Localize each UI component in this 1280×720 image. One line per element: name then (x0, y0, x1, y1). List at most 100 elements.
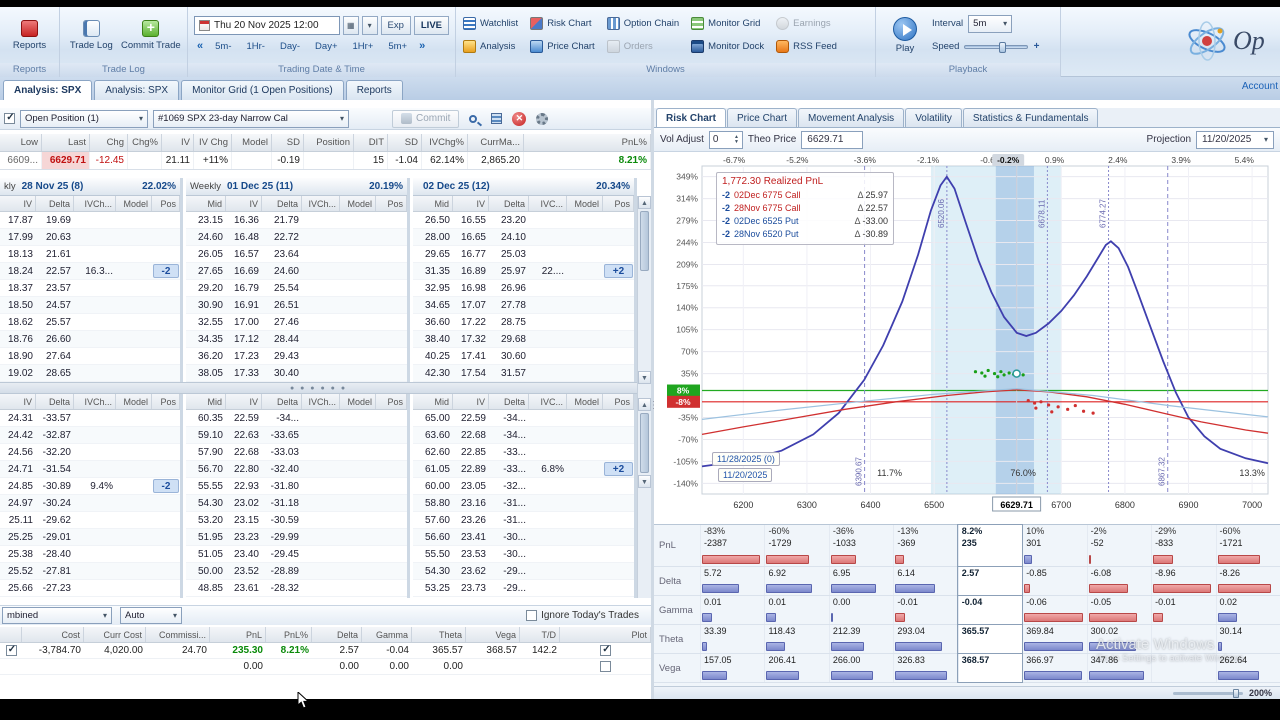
chain-splitter[interactable]: ● ● ● ● ● ● (0, 382, 637, 394)
cell[interactable]: 23.02 (226, 495, 262, 511)
cell[interactable]: 17.23 (226, 348, 262, 364)
cell[interactable] (567, 563, 603, 579)
cell[interactable] (146, 659, 210, 674)
cell[interactable] (152, 331, 180, 347)
cell[interactable]: 26.96 (489, 280, 529, 296)
cell[interactable] (560, 643, 651, 658)
cell[interactable]: 16.79 (226, 280, 262, 296)
cell[interactable]: 54.30 (413, 563, 453, 579)
cell[interactable] (340, 212, 376, 228)
cell[interactable] (603, 512, 634, 528)
cell[interactable] (376, 348, 407, 364)
cell[interactable] (567, 410, 603, 426)
cell[interactable]: -33.65 (262, 427, 302, 443)
cell[interactable]: 30.60 (489, 348, 529, 364)
cell[interactable] (466, 659, 520, 674)
cell[interactable]: 55.50 (413, 546, 453, 562)
cell[interactable]: 42.30 (413, 365, 453, 381)
cell[interactable]: 28.00 (413, 229, 453, 245)
cell[interactable] (567, 529, 603, 545)
table-row[interactable]: 54.30 23.62 -29... (413, 563, 634, 580)
cell[interactable] (529, 495, 567, 511)
close-position-button[interactable]: ✕ (510, 110, 528, 128)
cell[interactable]: 19.69 (36, 212, 74, 228)
cell[interactable]: -29.62 (36, 512, 74, 528)
cell[interactable]: 24.10 (489, 229, 529, 245)
tab-reports[interactable]: Reports (345, 80, 403, 100)
cell[interactable] (302, 495, 340, 511)
cell[interactable]: 27.78 (489, 297, 529, 313)
step-far-fwd-button[interactable]: » (416, 40, 428, 52)
live-button[interactable]: LIVE (413, 15, 449, 35)
cell[interactable] (376, 212, 407, 228)
cell[interactable] (340, 512, 376, 528)
cell[interactable]: -33.03 (262, 444, 302, 460)
cell[interactable]: 17.07 (453, 297, 489, 313)
cell[interactable]: 28.65 (36, 365, 74, 381)
cell[interactable] (116, 461, 152, 477)
cell[interactable] (302, 478, 340, 494)
checkbox[interactable] (600, 644, 612, 656)
cell[interactable] (520, 659, 560, 674)
cell[interactable] (529, 314, 567, 330)
table-row[interactable]: 34.65 17.07 27.78 (413, 297, 634, 314)
open-position-dropdown[interactable]: Open Position (1) (20, 109, 148, 128)
table-row[interactable]: 55.55 22.93 -31.80 (186, 478, 407, 495)
cell[interactable] (302, 444, 340, 460)
cell[interactable] (567, 478, 603, 494)
cell[interactable] (74, 495, 116, 511)
cell[interactable]: 22.85 (453, 444, 489, 460)
step-far-back-button[interactable]: « (194, 40, 206, 52)
cell[interactable]: 8.21% (266, 643, 312, 658)
table-row[interactable]: 29.65 16.77 25.03 (413, 246, 634, 263)
cell[interactable]: 16.65 (453, 229, 489, 245)
cell[interactable]: 23.05 (453, 478, 489, 494)
cell[interactable]: 25.97 (489, 263, 529, 279)
cell[interactable]: 16.89 (453, 263, 489, 279)
cell[interactable]: -33... (489, 461, 529, 477)
cell[interactable] (152, 461, 180, 477)
cell[interactable] (152, 427, 180, 443)
cell[interactable] (302, 229, 340, 245)
cell[interactable] (603, 495, 634, 511)
cell[interactable] (116, 427, 152, 443)
grid-view-button[interactable] (487, 110, 505, 128)
cell[interactable]: 25.03 (489, 246, 529, 262)
cell[interactable]: 22.68 (226, 444, 262, 460)
cell[interactable]: 24.97 (0, 495, 36, 511)
cell[interactable]: -32.40 (262, 461, 302, 477)
cell[interactable] (529, 365, 567, 381)
cell[interactable] (567, 461, 603, 477)
table-row[interactable]: 24.97 -30.24 (0, 495, 180, 512)
cell[interactable]: 17.12 (226, 331, 262, 347)
cell[interactable] (152, 444, 180, 460)
cell[interactable]: 23.62 (453, 563, 489, 579)
cell[interactable]: 23.73 (453, 580, 489, 596)
cell[interactable] (302, 280, 340, 296)
cell[interactable]: 368.57 (466, 643, 520, 658)
cell[interactable]: 24.56 (0, 444, 36, 460)
analysis-button[interactable]: Analysis (460, 36, 521, 57)
table-row[interactable]: 53.20 23.15 -30.59 (186, 512, 407, 529)
cell[interactable]: -31.18 (262, 495, 302, 511)
play-button[interactable]: Play (882, 16, 928, 54)
cell[interactable] (376, 444, 407, 460)
cell[interactable] (340, 280, 376, 296)
cell[interactable]: -27.23 (36, 580, 74, 596)
cell[interactable]: 22.89 (453, 461, 489, 477)
watchlist-button[interactable]: Watchlist (460, 13, 521, 34)
step-fwd-day-button[interactable]: Day+ (309, 38, 343, 55)
cell[interactable]: 17.54 (453, 365, 489, 381)
cell[interactable] (603, 212, 634, 228)
cell[interactable] (376, 546, 407, 562)
vol-adjust-spinner[interactable]: 0 ▲ ▼ (708, 130, 743, 149)
cell[interactable]: 23.26 (453, 512, 489, 528)
tab-analysis-spx-1[interactable]: Analysis: SPX (3, 80, 93, 100)
cell[interactable] (529, 563, 567, 579)
cell[interactable]: 25.25 (0, 529, 36, 545)
cell[interactable] (74, 280, 116, 296)
cell[interactable]: 22.59 (226, 410, 262, 426)
cell[interactable] (603, 478, 634, 494)
cell[interactable] (152, 280, 180, 296)
projection-date-field[interactable]: 11/20/2025 (1196, 130, 1274, 149)
